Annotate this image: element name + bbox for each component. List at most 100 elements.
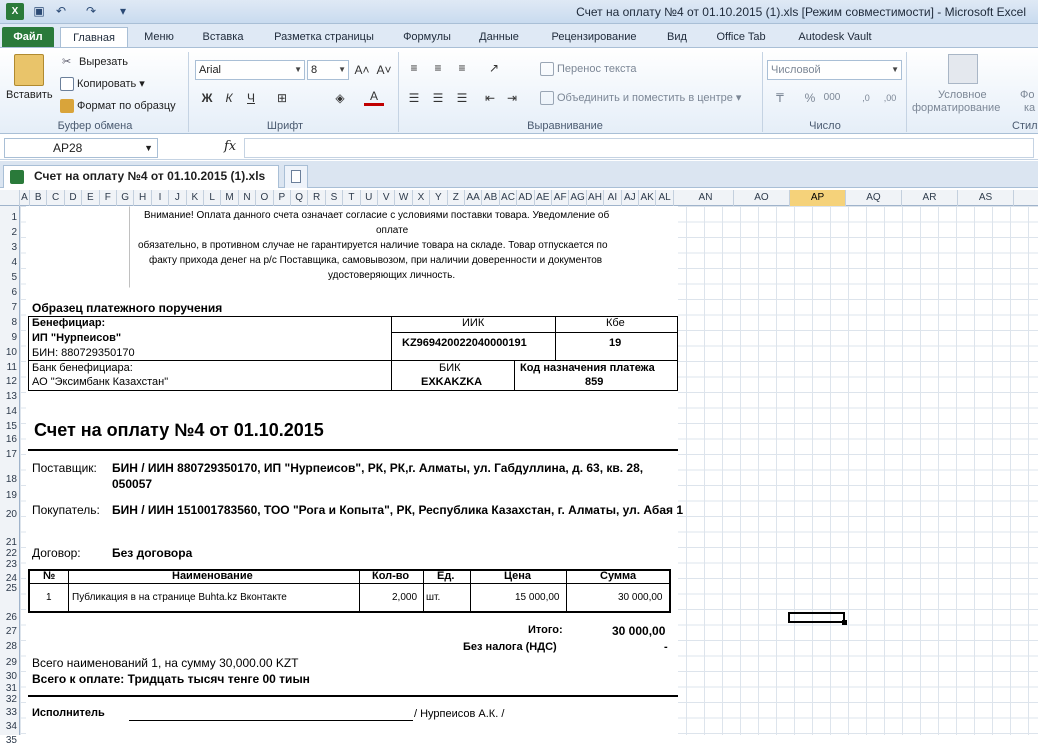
tab-home[interactable]: Главная (60, 27, 128, 48)
align-right-icon[interactable]: ☰ (452, 88, 472, 108)
borders-icon[interactable]: ⊞ (272, 88, 292, 108)
column-header[interactable]: X (413, 190, 431, 206)
column-header[interactable]: AP (790, 190, 846, 206)
number-format-combo[interactable]: Числовой ▼ (767, 60, 902, 80)
row-header[interactable]: 12 (0, 376, 20, 387)
column-header[interactable]: AQ (846, 190, 902, 206)
tab-file[interactable]: Файл (2, 27, 54, 48)
column-header[interactable]: AK (639, 190, 657, 206)
row-header[interactable]: 9 (0, 332, 20, 343)
align-center-icon[interactable]: ☰ (428, 88, 448, 108)
column-header[interactable]: AN (678, 190, 734, 206)
currency-icon[interactable]: ₸ (770, 88, 790, 108)
column-header[interactable]: AI (604, 190, 622, 206)
row-header[interactable]: 32 (0, 694, 20, 705)
column-header[interactable]: V (378, 190, 396, 206)
column-header[interactable]: T (343, 190, 361, 206)
column-header[interactable]: P (274, 190, 291, 206)
row-header[interactable]: 15 (0, 421, 20, 432)
column-header[interactable]: G (117, 190, 135, 206)
column-header[interactable]: U (361, 190, 378, 206)
row-header[interactable]: 27 (0, 626, 20, 637)
column-header[interactable]: AH (587, 190, 605, 206)
row-header[interactable]: 30 (0, 671, 20, 682)
thousands-separator-icon[interactable]: 000 (822, 88, 842, 108)
row-header[interactable]: 5 (0, 272, 20, 283)
chevron-down-icon[interactable]: ▼ (144, 139, 153, 157)
row-header[interactable]: 31 (0, 683, 20, 694)
document-tab[interactable]: Счет на оплату №4 от 01.10.2015 (1).xls (3, 165, 279, 188)
chevron-down-icon[interactable]: ▼ (891, 61, 899, 79)
align-bottom-icon[interactable]: ≡ (452, 58, 472, 78)
column-header[interactable]: Q (291, 190, 309, 206)
column-header[interactable]: AO (734, 190, 790, 206)
column-header[interactable]: E (82, 190, 100, 206)
column-header[interactable]: Z (448, 190, 465, 206)
column-header[interactable]: F (100, 190, 117, 206)
tab-menu[interactable]: Меню (136, 27, 182, 48)
selected-cell[interactable] (788, 612, 847, 625)
column-header[interactable]: H (134, 190, 152, 206)
format-painter-button[interactable]: Формат по образцу (60, 99, 176, 113)
row-header[interactable]: 17 (0, 449, 20, 460)
row-header[interactable]: 1 (0, 212, 20, 223)
conditional-formatting-icon[interactable] (948, 54, 978, 84)
font-color-icon[interactable]: A (364, 88, 384, 106)
column-header[interactable]: S (326, 190, 344, 206)
column-header[interactable]: A (20, 190, 30, 206)
row-header[interactable]: 16 (0, 434, 20, 445)
tab-view[interactable]: Вид (660, 27, 694, 48)
row-header[interactable]: 28 (0, 641, 20, 652)
row-header[interactable]: 35 (0, 735, 20, 746)
row-header[interactable]: 26 (0, 612, 20, 623)
column-header[interactable]: AJ (622, 190, 639, 206)
align-middle-icon[interactable]: ≡ (428, 58, 448, 78)
column-header[interactable]: C (47, 190, 65, 206)
format-as-table-line2[interactable]: ка (1024, 102, 1035, 114)
format-as-table-line1[interactable]: Фо (1020, 89, 1034, 101)
column-header[interactable]: B (30, 190, 48, 206)
row-header[interactable]: 14 (0, 406, 20, 417)
save-icon[interactable]: ▣ (30, 3, 48, 20)
percent-icon[interactable]: % (800, 88, 820, 108)
column-header[interactable]: J (169, 190, 187, 206)
column-header[interactable]: AB (482, 190, 500, 206)
tab-review[interactable]: Рецензирование (542, 27, 646, 48)
column-header[interactable]: Y (430, 190, 448, 206)
row-header[interactable]: 3 (0, 242, 20, 253)
row-header[interactable]: 6 (0, 287, 20, 298)
row-header[interactable]: 18 (0, 474, 20, 485)
redo-icon[interactable]: ↷ (82, 3, 100, 20)
undo-icon[interactable]: ↶ (52, 3, 70, 20)
tab-autodesk-vault[interactable]: Autodesk Vault (788, 27, 882, 48)
column-header[interactable]: AG (569, 190, 587, 206)
font-name-combo[interactable]: Arial ▼ (195, 60, 305, 80)
name-box[interactable]: AP28 ▼ (4, 138, 158, 158)
column-header[interactable]: AF (552, 190, 570, 206)
decrease-decimal-icon[interactable]: ,00 (880, 88, 900, 108)
align-top-icon[interactable]: ≡ (404, 58, 424, 78)
increase-indent-icon[interactable]: ⇥ (502, 88, 522, 108)
orientation-icon[interactable]: ↗ (484, 58, 504, 78)
row-header[interactable]: 8 (0, 317, 20, 328)
cut-button[interactable]: ✂ Вырезать (62, 55, 128, 69)
row-header[interactable]: 34 (0, 721, 20, 732)
row-header[interactable]: 29 (0, 657, 20, 668)
row-header[interactable]: 33 (0, 707, 20, 718)
row-header[interactable]: 13 (0, 391, 20, 402)
tab-data[interactable]: Данные (472, 27, 526, 48)
new-tab-button[interactable] (284, 165, 308, 188)
align-left-icon[interactable]: ☰ (404, 88, 424, 108)
decrease-font-icon[interactable]: A˅ (374, 60, 394, 80)
column-header[interactable]: K (187, 190, 204, 206)
chevron-down-icon[interactable]: ▼ (338, 61, 346, 79)
column-header[interactable]: I (152, 190, 170, 206)
tab-page-layout[interactable]: Разметка страницы (266, 27, 382, 48)
row-header[interactable]: 23 (0, 559, 20, 570)
tab-office-tab[interactable]: Office Tab (708, 27, 774, 48)
column-header[interactable]: AC (500, 190, 518, 206)
conditional-formatting-line1[interactable]: Условное (938, 89, 987, 101)
increase-font-icon[interactable]: A˄ (352, 60, 372, 80)
row-header[interactable]: 10 (0, 347, 20, 358)
column-header[interactable]: M (221, 190, 239, 206)
